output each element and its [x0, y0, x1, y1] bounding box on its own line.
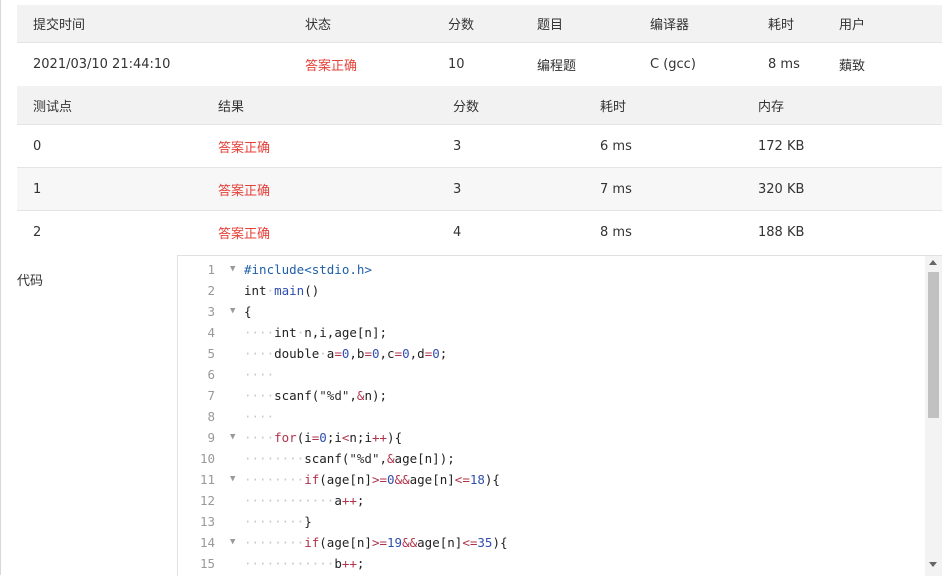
case-time: 8 ms — [584, 210, 742, 253]
code-editor[interactable]: 1 ▼ #include<stdio.h> 2 int·main() 3 ▼ {4 ····in… — [177, 255, 942, 576]
submission-table: 提交时间 状态 分数 题目 编译器 耗时 用户 2021/03/10 21:44… — [17, 5, 942, 85]
line-number: 7 — [207, 388, 215, 403]
code-text: ········if(age[n]>=0&&age[n]<=18){ — [244, 472, 500, 487]
header-compiler: 编译器 — [634, 5, 752, 43]
code-line: 7 ····scanf("%d",&n); — [178, 385, 923, 406]
code-line: 14 ▼ ········if(age[n]>=19&&age[n]<=35){ — [178, 532, 923, 553]
code-line: 1 ▼ #include<stdio.h> — [178, 259, 923, 280]
code-text: ···· — [244, 367, 275, 382]
case-id: 1 — [17, 167, 202, 211]
code-line: 15 ············b++; — [178, 553, 923, 574]
vertical-scrollbar[interactable] — [925, 256, 942, 576]
code-line: 3 ▼ { — [178, 301, 923, 322]
header-time: 耗时 — [752, 5, 823, 43]
case-result: 答案正确 — [202, 167, 437, 211]
table-row: 1 答案正确 3 7 ms 320 KB — [17, 167, 942, 211]
elapsed-time: 8 ms — [752, 42, 823, 85]
code-line: 2 int·main() — [178, 280, 923, 301]
status-accepted: 答案正确 — [289, 42, 432, 85]
code-line: 10 ········scanf("%d",&age[n]); — [178, 448, 923, 469]
fold-arrow-icon[interactable]: ▼ — [230, 427, 235, 448]
scroll-down-arrow-icon[interactable] — [929, 562, 937, 567]
line-number: 6 — [207, 367, 215, 382]
code-text: ···· — [244, 409, 275, 424]
code-line: 11 ▼ ········if(age[n]>=0&&age[n]<=18){ — [178, 469, 923, 490]
case-result: 答案正确 — [202, 124, 437, 168]
header-score: 分数 — [432, 5, 521, 43]
line-number: 4 — [207, 325, 215, 340]
fold-arrow-icon[interactable]: ▼ — [230, 301, 235, 322]
code-text: { — [244, 304, 252, 319]
line-number: 2 — [207, 283, 215, 298]
line-number: 10 — [199, 451, 215, 466]
line-number: 12 — [199, 493, 215, 508]
fold-arrow-icon[interactable]: ▼ — [230, 469, 235, 490]
header-result: 结果 — [202, 86, 437, 125]
fold-arrow-icon[interactable]: ▼ — [230, 259, 235, 280]
code-line: 6 ···· — [178, 364, 923, 385]
case-header-row: 测试点 结果 分数 耗时 内存 — [17, 86, 942, 125]
code-text: ············b++; — [244, 556, 365, 571]
scroll-up-arrow-icon[interactable] — [929, 260, 937, 265]
table-row: 0 答案正确 3 6 ms 172 KB — [17, 124, 942, 168]
line-number: 15 — [199, 556, 215, 571]
user-link[interactable]: 蘱致 — [823, 42, 942, 85]
code-text: ········if(age[n]>=19&&age[n]<=35){ — [244, 535, 508, 550]
code-text: ····double·a=0,b=0,c=0,d=0; — [244, 346, 448, 361]
table-row: 2 答案正确 4 8 ms 188 KB — [17, 210, 942, 253]
compiler: C (gcc) — [634, 42, 752, 85]
code-text: ········scanf("%d",&age[n]); — [244, 451, 455, 466]
line-number: 1 — [207, 262, 215, 277]
case-id: 2 — [17, 210, 202, 253]
line-number: 3 — [207, 304, 215, 319]
header-case-score: 分数 — [437, 86, 584, 125]
code-text: ············a++; — [244, 493, 365, 508]
case-score: 3 — [437, 167, 584, 211]
header-status: 状态 — [289, 5, 432, 43]
line-number: 11 — [199, 472, 215, 487]
code-text: ····int·n,i,age[n]; — [244, 325, 388, 340]
code-line: 12 ············a++; — [178, 490, 923, 511]
code-text: #include<stdio.h> — [244, 262, 372, 277]
scrollbar-thumb[interactable] — [928, 272, 939, 418]
case-time: 7 ms — [584, 167, 742, 211]
header-memory: 内存 — [742, 86, 942, 125]
code-line: 4 ····int·n,i,age[n]; — [178, 322, 923, 343]
line-number: 9 — [207, 430, 215, 445]
case-score: 4 — [437, 210, 584, 253]
code-line: 8 ···· — [178, 406, 923, 427]
frame-border — [0, 0, 1, 575]
line-number: 8 — [207, 409, 215, 424]
line-number: 14 — [199, 535, 215, 550]
case-memory: 172 KB — [742, 124, 942, 168]
code-line: 5 ····double·a=0,b=0,c=0,d=0; — [178, 343, 923, 364]
line-number: 5 — [207, 346, 215, 361]
line-number: 13 — [199, 514, 215, 529]
code-text: ····for(i=0;i<n;i++){ — [244, 430, 403, 445]
header-problem: 题目 — [521, 5, 634, 43]
case-id: 0 — [17, 124, 202, 168]
header-user: 用户 — [823, 5, 942, 43]
fold-arrow-icon[interactable]: ▼ — [230, 532, 235, 553]
submission-row: 2021/03/10 21:44:10 答案正确 10 编程题 C (gcc) … — [17, 42, 942, 85]
case-result: 答案正确 — [202, 210, 437, 253]
case-memory: 320 KB — [742, 167, 942, 211]
code-line: 13 ········} — [178, 511, 923, 532]
code-label: 代码 — [17, 274, 44, 289]
code-text: ····scanf("%d",&n); — [244, 388, 388, 403]
submit-time: 2021/03/10 21:44:10 — [17, 42, 289, 85]
case-time: 6 ms — [584, 124, 742, 168]
score: 10 — [432, 42, 521, 85]
submission-header-row: 提交时间 状态 分数 题目 编译器 耗时 用户 — [17, 5, 942, 43]
case-memory: 188 KB — [742, 210, 942, 253]
header-test-point: 测试点 — [17, 86, 202, 125]
code-line: 9 ▼ ····for(i=0;i<n;i++){ — [178, 427, 923, 448]
header-submit-time: 提交时间 — [17, 5, 289, 43]
problem-link[interactable]: 编程题 — [521, 42, 634, 85]
code-text: ········} — [244, 514, 312, 529]
code-text: int·main() — [244, 283, 320, 298]
header-case-time: 耗时 — [584, 86, 742, 125]
test-case-table: 测试点 结果 分数 耗时 内存 0 答案正确 3 6 ms 172 KB 1 答… — [17, 86, 942, 253]
case-score: 3 — [437, 124, 584, 168]
